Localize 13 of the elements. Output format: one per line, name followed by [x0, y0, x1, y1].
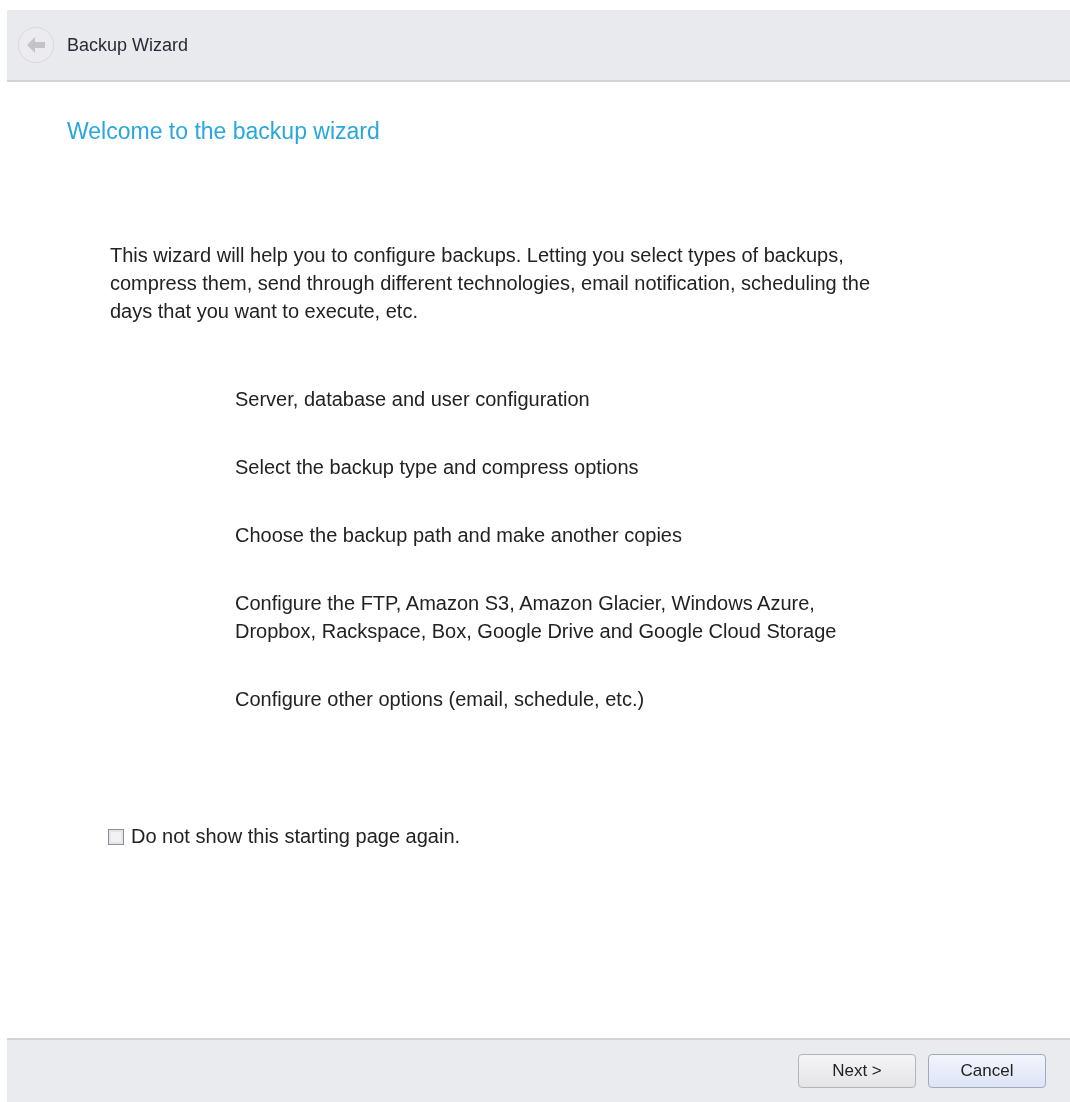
step-description: Configure other options (email, schedule, etc.) [235, 687, 646, 712]
step-description: Server, database and user configuration [235, 387, 591, 412]
window-title: Backup Wizard [67, 34, 189, 56]
step-description: Configure the FTP, Amazon S3, Amazon Glacier, Windows Azure, Dropbox, Rackspace, Box, Google Drive and Google Cloud Storage [235, 591, 838, 644]
checkbox-label: Do not show this starting page again. [131, 825, 461, 848]
wizard-button[interactable]: Cancel [928, 1054, 1046, 1088]
step-description: Select the backup type and compress options [235, 455, 640, 480]
back-arrow-icon [26, 36, 46, 54]
page-heading: Welcome to the backup wizard [67, 118, 381, 145]
wizard-button[interactable]: Next > [798, 1054, 916, 1088]
step-description: Choose the backup path and make another copies [235, 523, 683, 548]
checkbox[interactable] [108, 828, 124, 845]
intro-paragraph: This wizard will help you to configure backups. Letting you select types of backups, compress them, send through different technologies, email notification, scheduling the days that you want to execute, etc. [110, 243, 872, 324]
